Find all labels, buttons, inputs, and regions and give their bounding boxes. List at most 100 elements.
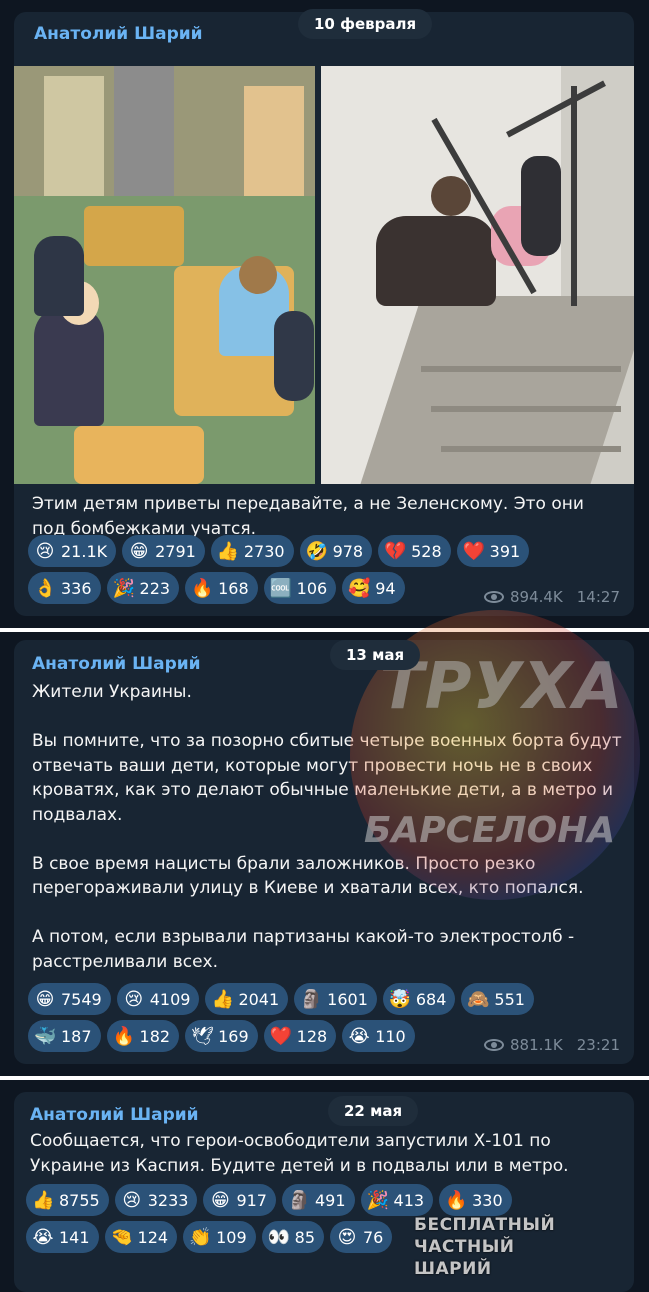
post-1: Анатолий Шарий Этим детям приветы переда…: [14, 12, 634, 616]
reaction-count: 124: [137, 1227, 169, 1247]
reaction-emoji-icon: 😢: [124, 988, 144, 1010]
reaction-chip[interactable]: 👍 2041: [205, 983, 289, 1015]
photo-stairwell[interactable]: [321, 66, 634, 484]
reaction-count: 21.1K: [61, 541, 108, 561]
reaction-emoji-icon: 😁: [35, 988, 55, 1010]
reaction-chip[interactable]: ❤️ 391: [456, 535, 530, 567]
reaction-emoji-icon: 💔: [384, 540, 407, 562]
reaction-emoji-icon: 🎉: [112, 577, 135, 599]
post-meta: 881.1K 23:21: [483, 1036, 620, 1054]
reaction-chip[interactable]: 😁 2791: [122, 535, 205, 567]
reaction-chip[interactable]: 🤯 684: [382, 983, 456, 1015]
text-paragraph: [32, 705, 622, 730]
reaction-chip[interactable]: 🎉 413: [360, 1184, 434, 1216]
reaction-chip[interactable]: 👏 109: [183, 1221, 256, 1253]
reaction-count: 2791: [155, 541, 196, 561]
reaction-chip[interactable]: ❤️ 128: [263, 1020, 337, 1052]
reaction-chip[interactable]: 🐳 187: [28, 1020, 101, 1052]
reaction-emoji-icon: 😭: [32, 1226, 54, 1248]
reaction-row: 😢 21.1K 😁 2791 👍 2730 🤣 978 💔 528 ❤️ 391: [28, 535, 628, 567]
reaction-chip[interactable]: 👍 8755: [26, 1184, 109, 1216]
reaction-emoji-icon: 👌: [34, 577, 57, 599]
reaction-count: 141: [59, 1227, 90, 1247]
reaction-count: 168: [218, 578, 249, 598]
reaction-count: 106: [296, 578, 328, 598]
reaction-count: 187: [61, 1026, 92, 1046]
reaction-chip[interactable]: 💔 528: [378, 535, 451, 567]
divider: [0, 628, 649, 632]
reaction-emoji-icon: 🔥: [112, 1025, 135, 1047]
text-paragraph: Этим детям приветы передавайте, а не Зел…: [32, 494, 584, 539]
reaction-chip[interactable]: 🕊 169: [185, 1020, 258, 1052]
reaction-chip[interactable]: 😢 21.1K: [28, 535, 117, 567]
post-text: Жители Украины. Вы помните, что за позор…: [32, 680, 622, 974]
reaction-count: 917: [236, 1190, 267, 1210]
reaction-emoji-icon: 🔥: [445, 1189, 468, 1211]
reaction-chip[interactable]: 🔥 182: [106, 1020, 180, 1052]
reaction-emoji-icon: 👏: [189, 1226, 212, 1248]
reaction-chip[interactable]: 🔥 330: [439, 1184, 512, 1216]
reaction-emoji-icon: ❤️: [462, 540, 486, 562]
reaction-emoji-icon: 🤏: [110, 1226, 133, 1248]
reaction-count: 85: [294, 1227, 315, 1247]
reaction-emoji-icon: 😢: [122, 1189, 142, 1211]
reaction-emoji-icon: 🐳: [34, 1025, 57, 1047]
reaction-count: 94: [375, 578, 396, 598]
author-name[interactable]: Анатолий Шарий: [32, 654, 201, 674]
reaction-chip[interactable]: 👌 336: [28, 572, 101, 604]
reaction-chip[interactable]: 😭 110: [342, 1020, 415, 1052]
date-separator: 22 мая: [328, 1096, 419, 1126]
reaction-count: 491: [314, 1190, 346, 1210]
text-paragraph: [32, 901, 622, 926]
reaction-count: 2730: [243, 541, 285, 561]
reaction-count: 169: [218, 1026, 249, 1046]
reaction-count: 684: [415, 989, 447, 1009]
reaction-count: 128: [296, 1026, 328, 1046]
reaction-count: 528: [411, 541, 442, 561]
reaction-emoji-icon: 😁: [211, 1189, 230, 1211]
eye-icon: [483, 1039, 504, 1051]
reaction-chip[interactable]: 😁 7549: [28, 983, 111, 1015]
reaction-chip[interactable]: 🔥 168: [185, 572, 258, 604]
text-paragraph: [32, 827, 622, 852]
reaction-count: 7549: [61, 989, 102, 1009]
reaction-chip[interactable]: 🗿 1601: [294, 983, 377, 1015]
post-time: 23:21: [576, 1036, 620, 1054]
reaction-emoji-icon: 😢: [35, 540, 55, 562]
reaction-chip[interactable]: 😭 141: [26, 1221, 99, 1253]
eye-icon: [483, 591, 504, 603]
author-name[interactable]: Анатолий Шарий: [34, 24, 203, 44]
view-count: 894.4K: [509, 588, 563, 606]
watermark-text: ШАРИЙ: [414, 1259, 492, 1279]
reaction-chip[interactable]: 🎉 223: [106, 572, 180, 604]
reaction-emoji-icon: 🥰: [348, 577, 371, 599]
reaction-emoji-icon: 🗿: [300, 988, 323, 1010]
reaction-chip[interactable]: 😢 3233: [114, 1184, 198, 1216]
reaction-emoji-icon: 🤯: [388, 988, 412, 1010]
author-name[interactable]: Анатолий Шарий: [30, 1105, 199, 1125]
watermark-text: БЕСПЛАТНЫЙ ЧАСТНЫЙ: [414, 1215, 556, 1257]
reaction-chip[interactable]: 🙈 551: [461, 983, 534, 1015]
reaction-chip[interactable]: 😁 917: [203, 1184, 276, 1216]
reaction-emoji-icon: 🆒: [269, 577, 293, 599]
reaction-count: 1601: [327, 989, 368, 1009]
reaction-chip[interactable]: 🥰 94: [342, 572, 405, 604]
reaction-chip[interactable]: 👍 2730: [210, 535, 294, 567]
reaction-chip[interactable]: 👀 85: [261, 1221, 324, 1253]
reaction-chip[interactable]: 😢 4109: [116, 983, 200, 1015]
reaction-count: 110: [375, 1026, 406, 1046]
reaction-emoji-icon: 👍: [211, 988, 234, 1010]
reaction-chip[interactable]: 🤣 978: [299, 535, 373, 567]
reaction-emoji-icon: 🗿: [287, 1189, 311, 1211]
reaction-chip[interactable]: 🗿 491: [281, 1184, 355, 1216]
reaction-chip[interactable]: 🆒 106: [263, 572, 337, 604]
reaction-count: 391: [489, 541, 521, 561]
reaction-count: 8755: [59, 1190, 100, 1210]
reaction-emoji-icon: ❤️: [269, 1025, 293, 1047]
reaction-count: 3233: [147, 1190, 189, 1210]
reaction-chip[interactable]: 😍 76: [330, 1221, 393, 1253]
text-paragraph: В свое время нацисты брали заложников. П…: [32, 853, 584, 899]
reaction-chip[interactable]: 🤏 124: [104, 1221, 178, 1253]
reaction-emoji-icon: 👀: [267, 1226, 291, 1248]
photo-classroom[interactable]: [14, 66, 315, 484]
